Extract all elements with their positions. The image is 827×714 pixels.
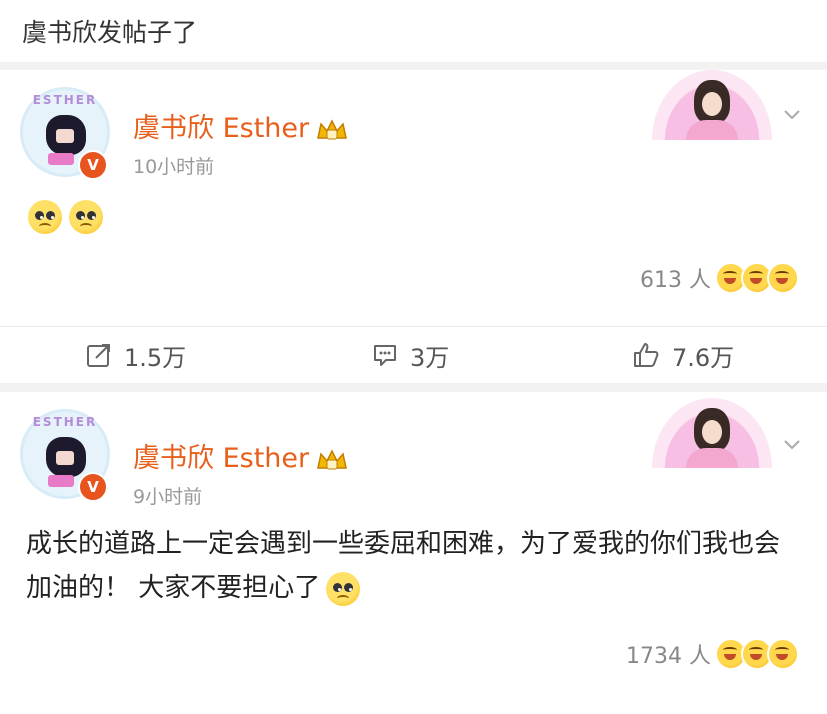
repost-icon	[87, 344, 110, 367]
avatar-deco	[48, 153, 74, 165]
pleading-emoji-icon	[326, 571, 361, 606]
pleading-emoji-icon	[69, 200, 104, 234]
post-text: 成长的道路上一定会遇到一些委屈和困难，为了爱我的你们我也会加油的！ 大家不要担心…	[26, 529, 781, 603]
header-thumbnail[interactable]	[652, 398, 772, 468]
comment-button[interactable]: 3万	[372, 327, 449, 383]
post-timestamp: 10小时前	[133, 156, 215, 178]
post-timestamp: 9小时前	[133, 486, 203, 508]
repost-button[interactable]: 1.5万	[86, 327, 186, 383]
reaction-summary[interactable]: 1734 人	[626, 638, 799, 670]
crown-badge-icon	[315, 118, 349, 142]
pleading-emoji-icon	[28, 200, 62, 234]
header-thumbnail[interactable]	[652, 70, 772, 140]
like-button[interactable]: 7.6万	[632, 327, 734, 383]
avatar-text: ESTHER	[32, 415, 98, 429]
chevron-down-icon[interactable]	[782, 434, 802, 454]
comment-icon	[374, 345, 396, 366]
reaction-count: 613 人	[640, 268, 711, 293]
weibo-post: ESTHER V 虞书欣 Esther 9小时前 成长的道路上一定会遇到一些委屈…	[0, 392, 827, 714]
weibo-post: ESTHER V 虞书欣 Esther 10小时前 613 人	[0, 70, 827, 326]
reaction-summary[interactable]: 613 人	[640, 262, 799, 294]
username[interactable]: 虞书欣 Esther	[133, 436, 349, 475]
avatar-deco	[48, 475, 74, 487]
verified-v-icon: V	[78, 472, 108, 502]
action-bar: 1.5万 3万 7.6万	[0, 326, 827, 383]
post-body: 成长的道路上一定会遇到一些委屈和困难，为了爱我的你们我也会加油的！ 大家不要担心…	[26, 522, 787, 610]
avatar-face	[46, 437, 86, 477]
thumbs-up-icon	[634, 343, 659, 367]
avatar-text: ESTHER	[32, 93, 98, 107]
username[interactable]: 虞书欣 Esther	[133, 106, 349, 145]
grin-reaction-icon	[767, 262, 799, 294]
post-emojis	[28, 200, 105, 234]
avatar-face	[46, 115, 86, 155]
chevron-down-icon[interactable]	[782, 104, 802, 124]
page-title-text: 虞书欣发帖子了	[22, 18, 198, 47]
reaction-count: 1734 人	[626, 644, 711, 669]
verified-v-icon: V	[78, 150, 108, 180]
crown-badge-icon	[315, 448, 349, 472]
page-title: 虞书欣发帖子了	[0, 0, 827, 62]
grin-reaction-icon	[767, 638, 799, 670]
